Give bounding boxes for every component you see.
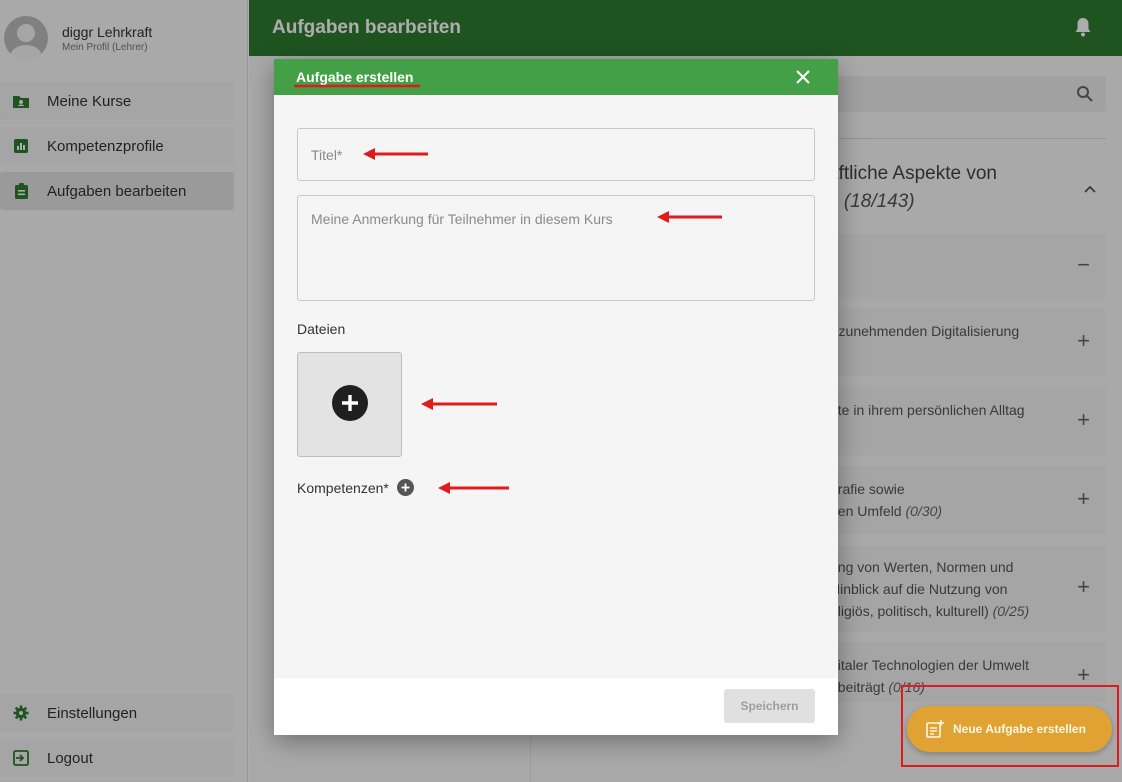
- annotation-layer: [294, 84, 722, 494]
- arrow-title: [363, 148, 428, 160]
- highlight-box: [901, 685, 1119, 767]
- arrow-files: [421, 398, 497, 410]
- arrow-note: [657, 211, 722, 223]
- arrow-competencies: [438, 482, 509, 494]
